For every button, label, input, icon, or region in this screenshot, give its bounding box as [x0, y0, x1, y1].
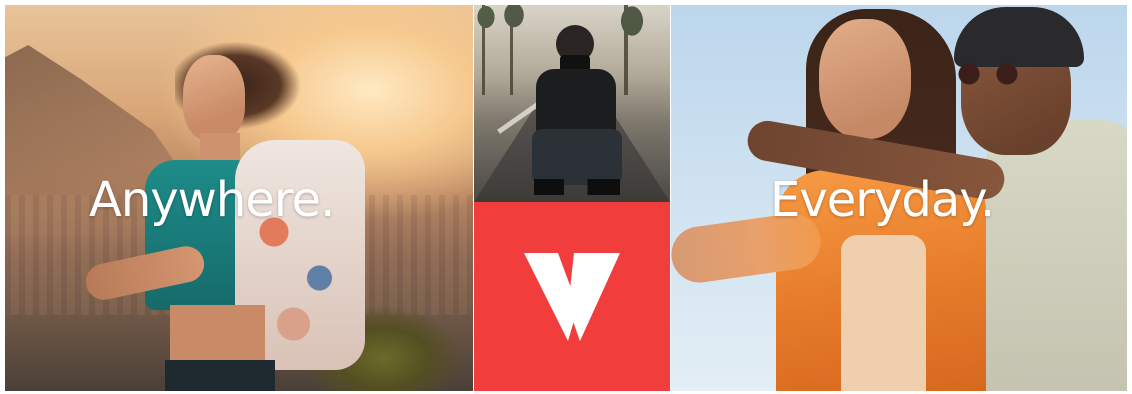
- logo-tile[interactable]: [474, 202, 670, 391]
- photographer-figure: [532, 25, 622, 200]
- runner-torso: [170, 305, 265, 365]
- promo-banner[interactable]: Anywhere. Everyday.: [5, 5, 1127, 391]
- photographer-legs: [532, 129, 622, 185]
- runner-shorts: [165, 360, 275, 391]
- v-logo-icon: [524, 252, 620, 341]
- woman-inner-top: [841, 235, 926, 391]
- couple-photo: Everyday.: [671, 5, 1127, 391]
- headline-everyday: Everyday.: [770, 172, 995, 228]
- photographer-shoes: [534, 179, 620, 195]
- runner-photo: Anywhere.: [5, 5, 473, 391]
- man-beanie: [954, 7, 1084, 67]
- man-shirt: [981, 120, 1127, 391]
- photographer-photo: [474, 5, 670, 202]
- woman-face: [819, 19, 911, 139]
- sunglasses-icon: [957, 63, 1023, 85]
- photographer-jacket: [536, 69, 616, 137]
- runner-face: [183, 55, 245, 141]
- headline-anywhere: Anywhere.: [89, 172, 335, 228]
